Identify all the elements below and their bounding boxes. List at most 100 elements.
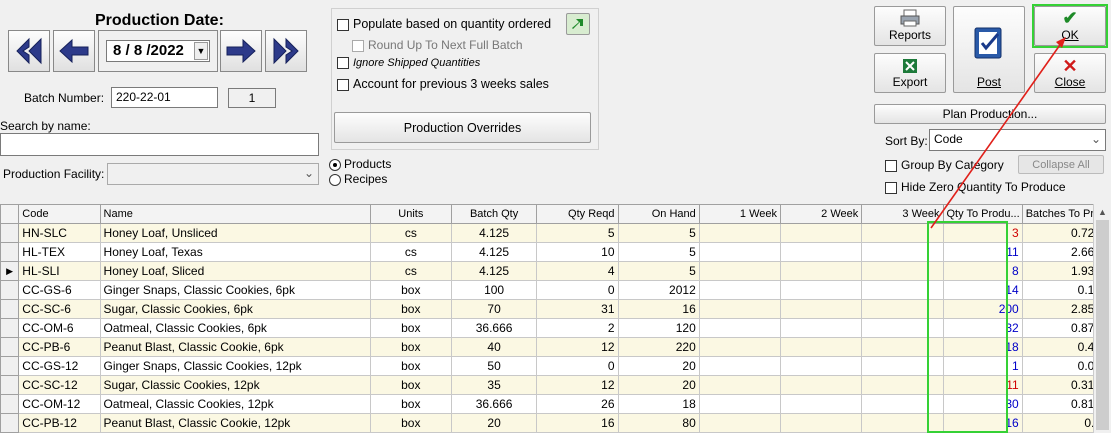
grid-cell-qty-reqd[interactable]: 4 xyxy=(536,261,619,281)
grid-cell-2-week[interactable] xyxy=(779,299,863,319)
round-up-checkbox-box[interactable] xyxy=(352,39,364,52)
row-indicator[interactable] xyxy=(0,318,20,338)
grid-cell-units[interactable]: box xyxy=(369,280,452,300)
ignore-shipped-checkbox-box[interactable] xyxy=(337,57,349,70)
group-by-category-box[interactable] xyxy=(885,159,897,172)
grid-cell-2-week[interactable] xyxy=(779,394,863,414)
grid-cell-2-week[interactable] xyxy=(779,280,863,300)
grid-cell-1-week[interactable] xyxy=(698,356,782,376)
grid-cell-qty-reqd[interactable]: 0 xyxy=(536,356,619,376)
grid-cell-name[interactable]: Honey Loaf, Texas xyxy=(99,242,371,262)
grid-cell-units[interactable]: box xyxy=(369,375,452,395)
hide-zero-box[interactable] xyxy=(885,181,897,194)
grid-cell-on-hand[interactable]: 20 xyxy=(617,356,700,376)
grid-cell-units[interactable]: box xyxy=(369,299,452,319)
hide-zero-checkbox[interactable]: Hide Zero Quantity To Produce xyxy=(885,180,1066,194)
date-picker[interactable]: 8 / 8 /2022 ▼ xyxy=(106,40,210,62)
grid-cell-2-week[interactable] xyxy=(779,242,863,262)
facility-select[interactable]: ⌄ xyxy=(107,163,319,185)
grid-cell-batch-qty[interactable]: 36.666 xyxy=(450,394,538,414)
grid-cell-name[interactable]: Honey Loaf, Sliced xyxy=(99,261,371,281)
grid-cell-on-hand[interactable]: 220 xyxy=(617,337,700,357)
account-previous-checkbox-box[interactable] xyxy=(337,78,349,91)
first-date-button[interactable] xyxy=(8,30,50,72)
last-date-button[interactable] xyxy=(265,30,307,72)
grid-cell-batch-qty[interactable]: 36.666 xyxy=(450,318,538,338)
grid-scrollbar[interactable]: ▲ xyxy=(1093,204,1111,433)
grid-cell-qty-reqd[interactable]: 16 xyxy=(536,413,619,433)
grid-cell-qty-reqd[interactable]: 0 xyxy=(536,280,619,300)
row-indicator[interactable] xyxy=(0,223,20,243)
grid-cell-qty-reqd[interactable]: 5 xyxy=(536,223,619,243)
search-input[interactable] xyxy=(0,133,319,156)
reports-button[interactable]: Reports xyxy=(874,6,946,46)
grid-cell-units[interactable]: cs xyxy=(369,261,452,281)
grid-cell-units[interactable]: box xyxy=(369,337,452,357)
grid-cell-code[interactable]: CC-GS-6 xyxy=(18,280,101,300)
grid-cell-1-week[interactable] xyxy=(698,242,782,262)
grid-cell-on-hand[interactable]: 18 xyxy=(617,394,700,414)
round-up-checkbox[interactable]: Round Up To Next Full Batch xyxy=(352,38,523,52)
column-header-units[interactable]: Units xyxy=(369,204,452,224)
grid-cell-2-week[interactable] xyxy=(779,318,863,338)
column-header-code[interactable]: Code xyxy=(18,204,101,224)
grid-cell-batch-qty[interactable]: 40 xyxy=(450,337,538,357)
grid-cell-2-week[interactable] xyxy=(779,413,863,433)
column-header-name[interactable]: Name xyxy=(99,204,371,224)
grid-cell-code[interactable]: CC-OM-6 xyxy=(18,318,101,338)
post-button[interactable]: Post xyxy=(953,6,1025,93)
grid-cell-on-hand[interactable]: 5 xyxy=(617,242,700,262)
plan-production-button[interactable]: Plan Production... xyxy=(874,104,1106,124)
grid-cell-on-hand[interactable]: 2012 xyxy=(617,280,700,300)
grid-cell-code[interactable]: CC-SC-6 xyxy=(18,299,101,319)
export-button[interactable]: Export xyxy=(874,53,946,93)
grid-cell-code[interactable]: CC-PB-12 xyxy=(18,413,101,433)
grid-cell-name[interactable]: Sugar, Classic Cookies, 6pk xyxy=(99,299,371,319)
grid-cell-on-hand[interactable]: 5 xyxy=(617,223,700,243)
grid-cell-2-week[interactable] xyxy=(779,223,863,243)
grid-cell-on-hand[interactable]: 5 xyxy=(617,261,700,281)
grid-cell-1-week[interactable] xyxy=(698,280,782,300)
grid-cell-name[interactable]: Oatmeal, Classic Cookies, 12pk xyxy=(99,394,371,414)
grid-cell-on-hand[interactable]: 80 xyxy=(617,413,700,433)
grid-cell-qty-reqd[interactable]: 26 xyxy=(536,394,619,414)
grid-cell-name[interactable]: Peanut Blast, Classic Cookie, 6pk xyxy=(99,337,371,357)
prev-date-button[interactable] xyxy=(53,30,95,72)
grid-cell-batch-qty[interactable]: 70 xyxy=(450,299,538,319)
sort-by-select[interactable]: Code ⌄ xyxy=(929,129,1106,151)
populate-checkbox-box[interactable] xyxy=(337,18,349,31)
grid-cell-units[interactable]: box xyxy=(369,413,452,433)
grid-cell-batch-qty[interactable]: 4.125 xyxy=(450,242,538,262)
row-indicator[interactable] xyxy=(0,394,20,414)
row-indicator[interactable] xyxy=(0,375,20,395)
column-header-on-hand[interactable]: On Hand xyxy=(617,204,700,224)
scroll-thumb[interactable] xyxy=(1096,220,1109,430)
recipes-radio[interactable]: Recipes xyxy=(329,172,387,186)
grid-cell-code[interactable]: CC-SC-12 xyxy=(18,375,101,395)
grid-cell-units[interactable]: box xyxy=(369,318,452,338)
grid-cell-units[interactable]: box xyxy=(369,356,452,376)
refresh-button[interactable] xyxy=(566,13,590,35)
row-indicator[interactable] xyxy=(0,337,20,357)
row-indicator[interactable] xyxy=(0,280,20,300)
grid-cell-2-week[interactable] xyxy=(779,375,863,395)
column-header-1-week[interactable]: 1 Week xyxy=(698,204,782,224)
row-indicator[interactable]: ▶ xyxy=(0,261,20,281)
grid-cell-name[interactable]: Peanut Blast, Classic Cookie, 12pk xyxy=(99,413,371,433)
grid-cell-batch-qty[interactable]: 4.125 xyxy=(450,223,538,243)
grid-cell-batch-qty[interactable]: 100 xyxy=(450,280,538,300)
group-by-category-checkbox[interactable]: Group By Category xyxy=(885,158,1004,172)
grid-cell-code[interactable]: CC-OM-12 xyxy=(18,394,101,414)
column-header-2-week[interactable]: 2 Week xyxy=(779,204,863,224)
grid-cell-on-hand[interactable]: 120 xyxy=(617,318,700,338)
grid-cell-1-week[interactable] xyxy=(698,261,782,281)
next-date-button[interactable] xyxy=(220,30,262,72)
grid-cell-on-hand[interactable]: 20 xyxy=(617,375,700,395)
grid-cell-code[interactable]: HL-TEX xyxy=(18,242,101,262)
collapse-all-button[interactable]: Collapse All xyxy=(1018,155,1104,174)
grid-cell-code[interactable]: HN-SLC xyxy=(18,223,101,243)
grid-cell-code[interactable]: CC-PB-6 xyxy=(18,337,101,357)
grid-cell-1-week[interactable] xyxy=(698,299,782,319)
grid-cell-name[interactable]: Sugar, Classic Cookies, 12pk xyxy=(99,375,371,395)
grid-cell-name[interactable]: Ginger Snaps, Classic Cookies, 6pk xyxy=(99,280,371,300)
